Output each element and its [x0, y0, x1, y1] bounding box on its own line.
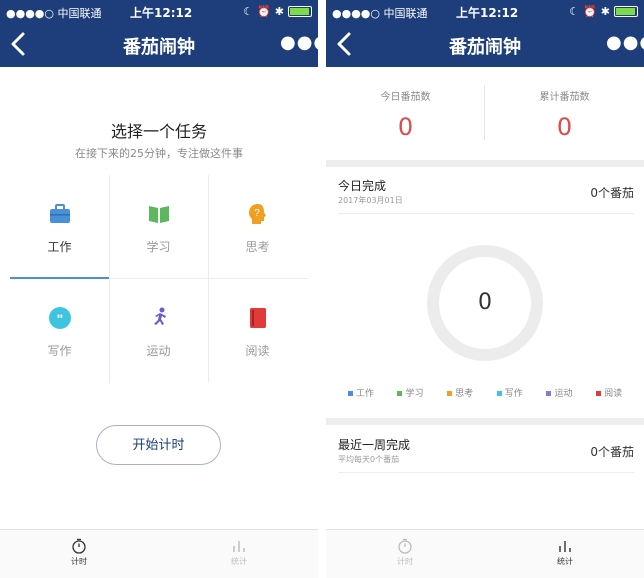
- status-time: 上午12:12: [456, 6, 519, 20]
- total-stat: 累计番茄数 0: [485, 70, 644, 160]
- page-title: 番茄闹钟: [449, 37, 521, 58]
- row-divider: [338, 472, 634, 473]
- thinking-head-icon: ?: [248, 204, 266, 224]
- tab-label: 统计: [557, 557, 573, 566]
- legend-item: 阅读: [596, 386, 622, 399]
- bluetooth-icon: ✱: [274, 5, 284, 18]
- tab-bar: 计时 统计: [0, 529, 318, 578]
- today-done-count: 0个番茄: [590, 186, 634, 200]
- donut-value: 0: [478, 290, 492, 315]
- tab-label: 计时: [71, 557, 87, 566]
- legend-label: 写作: [504, 389, 523, 399]
- task-write[interactable]: " 写作: [10, 279, 109, 383]
- row-divider: [338, 213, 634, 214]
- book-icon: [148, 206, 169, 223]
- task-label: 思考: [245, 240, 270, 254]
- legend-item: 学习: [397, 386, 423, 399]
- tab-label: 统计: [231, 557, 247, 566]
- chart-legend: 工作 学习 思考 写作 运动 阅读: [336, 386, 634, 399]
- task-study[interactable]: 学习: [109, 175, 208, 279]
- task-grid: 工作 学习 ? 思考 " 写作 运动 阅读: [10, 175, 308, 383]
- legend-label: 运动: [554, 389, 573, 399]
- task-exercise[interactable]: 运动: [109, 279, 208, 383]
- timer-icon: [398, 538, 412, 554]
- tab-label: 计时: [397, 557, 413, 566]
- tab-timer[interactable]: 计时: [375, 530, 435, 578]
- carrier-label: ●●●●○ 中国联通: [6, 7, 102, 20]
- stats-screen: ●●●●○ 中国联通 上午12:12 ☾ ⏰ ✱ 番茄闹钟 ●●● 今日番茄数 …: [326, 0, 644, 578]
- today-done-title: 今日完成: [338, 179, 387, 193]
- week-done-title: 最近一周完成: [338, 438, 411, 452]
- start-timer-button[interactable]: 开始计时: [96, 425, 221, 465]
- legend-label: 思考: [455, 389, 474, 399]
- more-icon[interactable]: ●●●: [280, 34, 318, 56]
- svg-text:?: ?: [254, 208, 260, 219]
- running-icon: [153, 307, 166, 325]
- today-stat: 今日番茄数 0: [326, 70, 485, 160]
- task-work[interactable]: 工作: [10, 175, 109, 279]
- moon-icon: ☾: [243, 5, 254, 18]
- legend-item: 工作: [347, 386, 374, 399]
- bar-chart-icon: [233, 541, 245, 552]
- section-divider: [326, 418, 644, 425]
- timer-icon: [72, 538, 86, 554]
- total-value: 0: [556, 113, 573, 141]
- legend-label: 学习: [405, 389, 424, 399]
- legend-item: 运动: [546, 386, 572, 399]
- status-bar: ●●●●○ 中国联通 上午12:12 ☾ ⏰ ✱: [326, 2, 644, 22]
- bluetooth-icon: ✱: [600, 5, 610, 18]
- tab-bar: 计时 统计: [326, 529, 644, 578]
- task-subheading: 在接下来的25分钟，专注做这件事: [75, 147, 243, 160]
- week-average: 平均每天0个番茄: [338, 455, 400, 464]
- svg-text:": ": [56, 311, 63, 327]
- page-title: 番茄闹钟: [123, 37, 195, 58]
- status-icons: ☾ ⏰ ✱: [569, 5, 638, 18]
- timer-screen: ●●●●○ 中国联通 上午12:12 ☾ ⏰ ✱ 番茄闹钟 ●●● 选择一个任务…: [0, 0, 318, 578]
- total-label: 累计番茄数: [539, 92, 590, 103]
- header: ●●●●○ 中国联通 上午12:12 ☾ ⏰ ✱ 番茄闹钟 ●●●: [326, 0, 644, 67]
- status-icons: ☾ ⏰ ✱: [243, 5, 312, 18]
- tab-stats[interactable]: 统计: [209, 530, 269, 578]
- legend-label: 工作: [355, 389, 374, 399]
- briefcase-icon: [49, 204, 70, 223]
- tab-timer[interactable]: 计时: [49, 530, 109, 578]
- battery-icon: [614, 6, 638, 17]
- today-value: 0: [397, 113, 414, 141]
- legend-item: 思考: [447, 386, 473, 399]
- task-label: 阅读: [245, 344, 270, 358]
- section-divider: [326, 160, 644, 167]
- battery-icon: [288, 6, 312, 17]
- alarm-icon: ⏰: [257, 5, 271, 18]
- more-icon[interactable]: ●●●: [606, 34, 644, 56]
- status-bar: ●●●●○ 中国联通 上午12:12 ☾ ⏰ ✱: [0, 2, 318, 22]
- alarm-icon: ⏰: [583, 5, 597, 18]
- carrier-label: ●●●●○ 中国联通: [332, 7, 428, 20]
- header: ●●●●○ 中国联通 上午12:12 ☾ ⏰ ✱ 番茄闹钟 ●●●: [0, 0, 318, 67]
- red-book-icon: [249, 308, 266, 328]
- task-read[interactable]: 阅读: [208, 279, 307, 383]
- task-label: 工作: [47, 240, 72, 254]
- task-label: 运动: [146, 344, 171, 358]
- task-think[interactable]: ? 思考: [208, 175, 307, 279]
- task-heading: 选择一个任务: [110, 122, 207, 141]
- week-done-count: 0个番茄: [590, 445, 634, 459]
- status-time: 上午12:12: [130, 6, 193, 20]
- today-done-date: 2017年03月01日: [338, 196, 403, 205]
- tab-stats[interactable]: 统计: [535, 530, 595, 578]
- moon-icon: ☾: [569, 5, 580, 18]
- today-label: 今日番茄数: [380, 92, 431, 103]
- bar-chart-icon: [559, 541, 571, 552]
- quote-icon: ": [48, 307, 71, 329]
- task-label: 写作: [47, 344, 72, 358]
- legend-label: 阅读: [604, 389, 623, 399]
- legend-item: 写作: [496, 386, 523, 399]
- task-label: 学习: [146, 240, 171, 254]
